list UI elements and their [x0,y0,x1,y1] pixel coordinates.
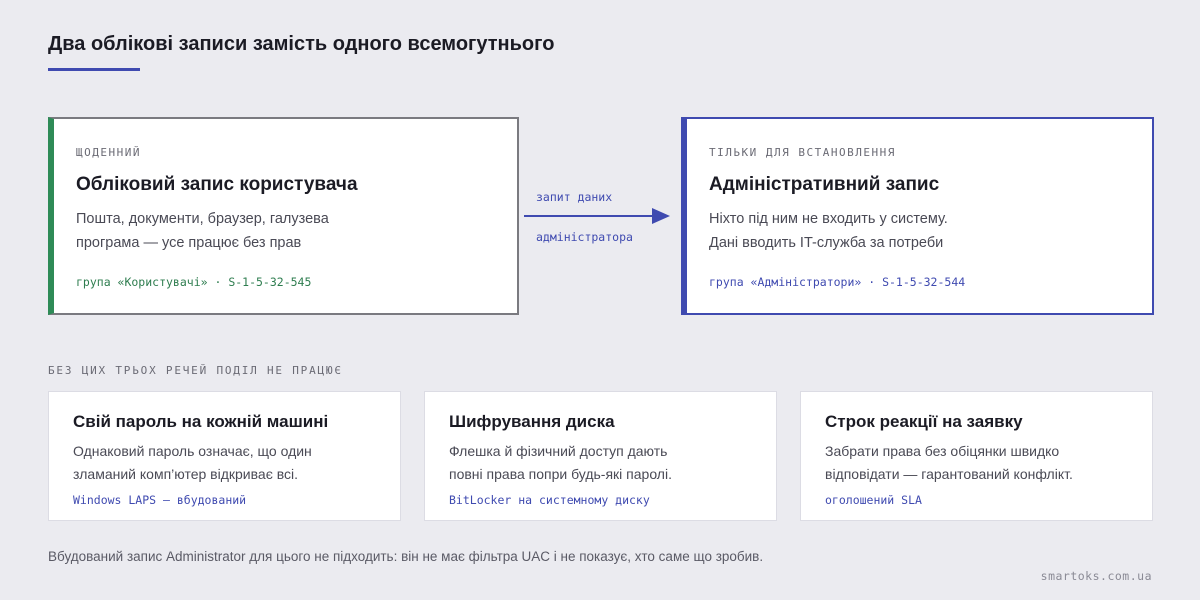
requirement-heading: Свій пароль на кожній машині [73,412,329,431]
admin-card-heading: Адміністративний запис [709,174,940,195]
admin-account-card: ТІЛЬКИ ДЛЯ ВСТАНОВЛЕННЯ Адміністративний… [681,117,1154,315]
requirement-tag: Windows LAPS — вбудований [73,493,247,507]
requirement-card: Свій пароль на кожній машині Однаковий п… [48,391,401,521]
right-arrow-icon [524,208,670,224]
user-card-heading: Обліковий запис користувача [76,174,358,195]
requirement-desc-line2: повні права попри будь-які паролі. [449,466,672,482]
user-card-description: Пошта, документи, браузер, галузева прог… [76,207,496,255]
user-card-kicker: ЩОДЕННИЙ [76,146,141,159]
admin-group-tag: група «Адміністратори» · S-1-5-32-544 [709,275,966,289]
requirement-heading: Шифрування диска [449,412,615,431]
page-title: Два облікові записи замість одного всемо… [48,33,555,55]
request-arrow: запит даних адміністратора [520,180,680,250]
user-account-card: ЩОДЕННИЙ Обліковий запис користувача Пош… [48,117,519,315]
title-underline [48,68,140,71]
requirement-description: Забрати права без обіцянки швидко відпов… [825,440,1135,486]
user-card-desc-line2: програма — усе працює без прав [76,235,302,251]
requirement-desc-line1: Забрати права без обіцянки швидко [825,443,1060,459]
admin-card-kicker: ТІЛЬКИ ДЛЯ ВСТАНОВЛЕННЯ [709,146,896,159]
admin-card-description: Ніхто під ним не входить у систему. Дані… [709,207,1129,255]
arrow-label-bottom: адміністратора [536,230,633,244]
requirement-description: Флешка й фізичний доступ дають повні пра… [449,440,759,486]
site-link[interactable]: smartoks.com.ua [1041,569,1152,583]
admin-card-desc-line1: Ніхто під ним не входить у систему. [709,211,948,227]
admin-card-desc-line2: Дані вводить IT-служба за потреби [709,235,944,251]
requirement-description: Однаковий пароль означає, що один зламан… [73,440,383,486]
requirement-desc-line1: Флешка й фізичний доступ дають [449,443,668,459]
requirement-tag: оголошений SLA [825,493,922,507]
requirement-heading: Строк реакції на заявку [825,412,1023,431]
user-card-desc-line1: Пошта, документи, браузер, галузева [76,211,329,227]
requirement-card: Шифрування диска Флешка й фізичний досту… [424,391,777,521]
requirement-tag: BitLocker на системному диску [449,493,650,507]
requirements-section-label: БЕЗ ЦИХ ТРЬОХ РЕЧЕЙ ПОДІЛ НЕ ПРАЦЮЄ [48,364,343,377]
arrow-label-top: запит даних [536,190,613,204]
requirement-desc-line2: відповідати — гарантований конфлікт. [825,466,1073,482]
requirement-desc-line1: Однаковий пароль означає, що один [73,443,312,459]
footnote: Вбудований запис Administrator для цього… [48,549,764,564]
requirement-desc-line2: зламаний комп’ютер відкриває всі. [73,466,299,482]
user-group-tag: група «Користувачі» · S-1-5-32-545 [76,275,312,289]
requirement-card: Строк реакції на заявку Забрати права бе… [800,391,1153,521]
